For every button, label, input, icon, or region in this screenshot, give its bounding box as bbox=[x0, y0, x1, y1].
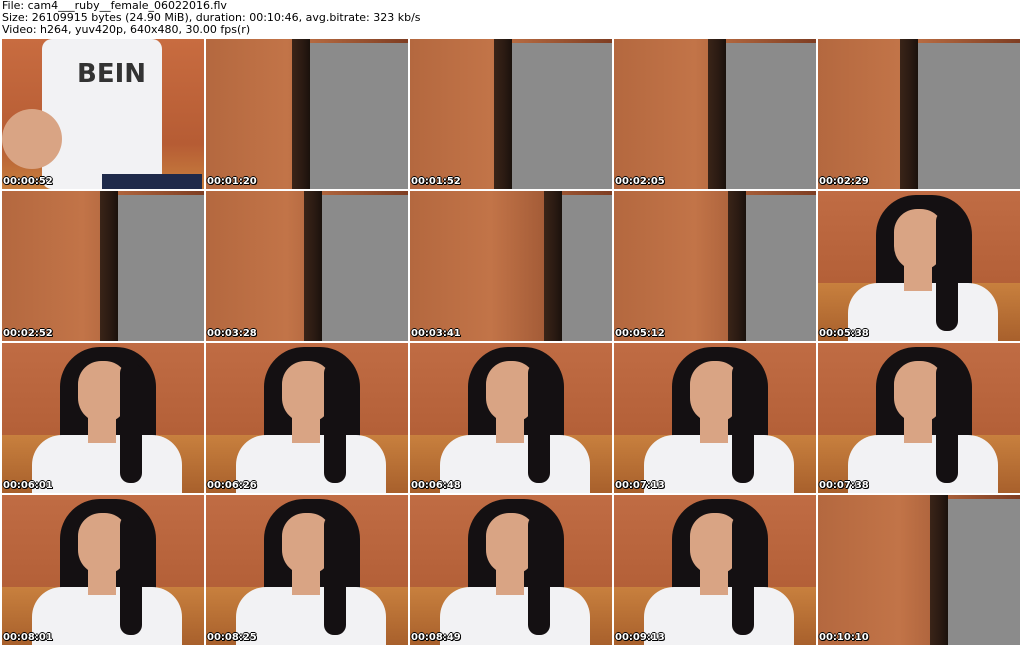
thumbnail-timestamp: 00:07:38 bbox=[819, 480, 869, 491]
gray-panel bbox=[322, 195, 408, 341]
video-thumbnail: 00:07:13 bbox=[614, 343, 816, 493]
thumbnail-timestamp: 00:06:26 bbox=[207, 480, 257, 491]
video-thumbnail: 00:03:28 bbox=[206, 191, 408, 341]
video-thumbnail: 00:08:25 bbox=[206, 495, 408, 645]
thumbnail-timestamp: 00:02:29 bbox=[819, 176, 869, 187]
video-thumbnail: 00:06:01 bbox=[2, 343, 204, 493]
thumbnail-timestamp: 00:10:10 bbox=[819, 632, 869, 643]
gray-panel bbox=[948, 499, 1020, 645]
hair-strand bbox=[120, 515, 142, 635]
thumbnail-timestamp: 00:06:01 bbox=[3, 480, 53, 491]
video-thumbnail: 00:06:26 bbox=[206, 343, 408, 493]
jeans bbox=[102, 174, 202, 189]
gray-panel bbox=[726, 43, 816, 189]
hair-strand bbox=[120, 363, 142, 483]
hair-strand bbox=[936, 363, 958, 483]
door-frame bbox=[292, 39, 310, 189]
gray-panel bbox=[118, 195, 204, 341]
thumbnail-timestamp: 00:03:28 bbox=[207, 328, 257, 339]
video-thumbnail: 00:07:38 bbox=[818, 343, 1020, 493]
video-thumbnail: 00:02:52 bbox=[2, 191, 204, 341]
shirt bbox=[236, 435, 386, 493]
thumbnail-timestamp: 00:02:52 bbox=[3, 328, 53, 339]
arm bbox=[2, 109, 62, 169]
thumbnail-grid: BEIN 00:00:52 00:01:20 00:01:52 00:02:05 00:0… bbox=[2, 39, 1022, 647]
thumbnail-timestamp: 00:00:52 bbox=[3, 176, 53, 187]
video-thumbnail: 00:10:10 bbox=[818, 495, 1020, 645]
shirt bbox=[644, 587, 794, 645]
video-thumbnail: 00:09:13 bbox=[614, 495, 816, 645]
hair-strand bbox=[732, 363, 754, 483]
video-thumbnail: 00:05:38 bbox=[818, 191, 1020, 341]
thumbnail-timestamp: 00:07:13 bbox=[615, 480, 665, 491]
shirt bbox=[848, 283, 998, 341]
thumbnail-timestamp: 00:05:38 bbox=[819, 328, 869, 339]
door-frame bbox=[304, 191, 322, 341]
door-frame bbox=[900, 39, 918, 189]
gray-panel bbox=[310, 43, 408, 189]
video-thumbnail: 00:06:48 bbox=[410, 343, 612, 493]
shirt bbox=[644, 435, 794, 493]
video-thumbnail: 00:03:41 bbox=[410, 191, 612, 341]
video-thumbnail: 00:01:52 bbox=[410, 39, 612, 189]
shirt bbox=[32, 435, 182, 493]
shirt bbox=[440, 587, 590, 645]
file-info-header: File: cam4___ruby__female_06022016.flv S… bbox=[2, 0, 1022, 37]
video-thumbnail: 00:08:01 bbox=[2, 495, 204, 645]
video-thumbnail: 00:02:29 bbox=[818, 39, 1020, 189]
video-thumbnail: 00:08:49 bbox=[410, 495, 612, 645]
video-thumbnail: 00:01:20 bbox=[206, 39, 408, 189]
video-info-line: Video: h264, yuv420p, 640x480, 30.00 fps… bbox=[2, 23, 251, 36]
door-frame bbox=[100, 191, 118, 341]
video-thumbnail: 00:05:12 bbox=[614, 191, 816, 341]
door-frame bbox=[494, 39, 512, 189]
hair-strand bbox=[324, 363, 346, 483]
thumbnail-timestamp: 00:08:25 bbox=[207, 632, 257, 643]
shirt-print: BEIN bbox=[77, 59, 147, 89]
thumbnail-timestamp: 00:06:48 bbox=[411, 480, 461, 491]
door-frame bbox=[544, 191, 562, 341]
door-frame bbox=[930, 495, 948, 645]
hair-strand bbox=[528, 363, 550, 483]
hair-strand bbox=[732, 515, 754, 635]
gray-panel bbox=[918, 43, 1020, 189]
thumbnail-timestamp: 00:01:52 bbox=[411, 176, 461, 187]
shirt bbox=[440, 435, 590, 493]
hair-strand bbox=[528, 515, 550, 635]
thumbnail-timestamp: 00:08:49 bbox=[411, 632, 461, 643]
shirt bbox=[32, 587, 182, 645]
thumbnail-timestamp: 00:03:41 bbox=[411, 328, 461, 339]
video-thumbnail: 00:02:05 bbox=[614, 39, 816, 189]
door-frame bbox=[708, 39, 726, 189]
hair-strand bbox=[936, 211, 958, 331]
thumbnail-timestamp: 00:09:13 bbox=[615, 632, 665, 643]
gray-panel bbox=[512, 43, 612, 189]
thumbnail-timestamp: 00:05:12 bbox=[615, 328, 665, 339]
shirt bbox=[236, 587, 386, 645]
thumbnail-timestamp: 00:02:05 bbox=[615, 176, 665, 187]
door-frame bbox=[728, 191, 746, 341]
thumbnail-timestamp: 00:01:20 bbox=[207, 176, 257, 187]
gray-panel bbox=[746, 195, 816, 341]
video-thumbnail: BEIN 00:00:52 bbox=[2, 39, 204, 189]
gray-panel bbox=[562, 195, 612, 341]
shirt bbox=[848, 435, 998, 493]
thumbnail-timestamp: 00:08:01 bbox=[3, 632, 53, 643]
hair-strand bbox=[324, 515, 346, 635]
